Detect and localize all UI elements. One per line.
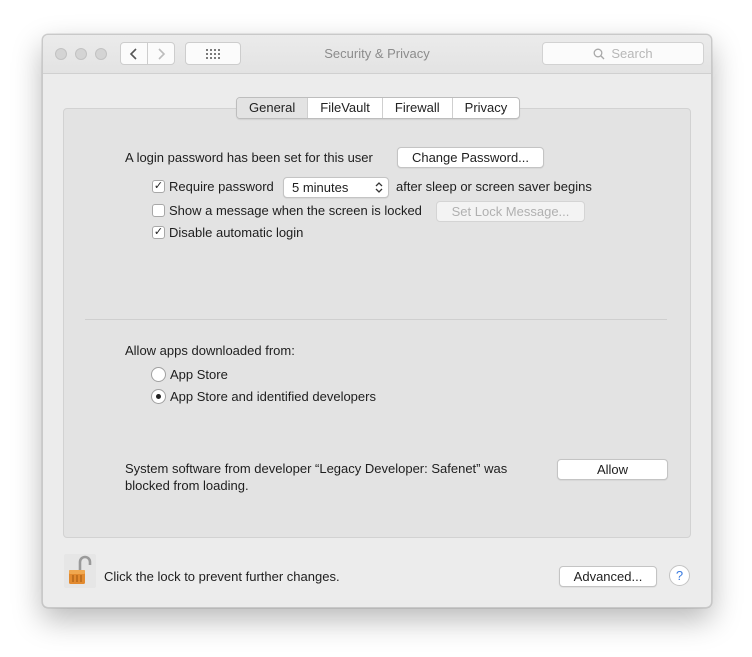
radio-app-store-identified-label: App Store and identified developers — [170, 389, 376, 404]
change-password-button[interactable]: Change Password... — [397, 147, 544, 168]
tab-bar: General FileVault Firewall Privacy — [236, 97, 521, 119]
require-password-select[interactable]: 5 minutes — [283, 177, 389, 198]
require-password-value: 5 minutes — [292, 180, 349, 195]
disable-autologin-label: Disable automatic login — [169, 225, 304, 240]
show-message-checkbox[interactable] — [152, 204, 165, 217]
set-lock-message-button[interactable]: Set Lock Message... — [436, 201, 585, 222]
search-placeholder: Search — [611, 46, 653, 61]
checkmark-icon: ✓ — [153, 226, 164, 238]
search-field[interactable]: Search — [542, 42, 704, 65]
require-password-checkbox[interactable]: ✓ — [152, 180, 165, 193]
checkmark-icon: ✓ — [153, 180, 164, 192]
radio-app-store-label: App Store — [170, 367, 228, 382]
radio-app-store-identified[interactable] — [151, 389, 166, 404]
titlebar: Security & Privacy Search — [43, 35, 711, 74]
general-panel: A login password has been set for this u… — [63, 108, 691, 538]
updown-chevron-icon — [375, 178, 383, 199]
tab-firewall[interactable]: Firewall — [383, 98, 453, 118]
allow-apps-heading: Allow apps downloaded from: — [125, 343, 295, 358]
login-password-text: A login password has been set for this u… — [125, 150, 373, 165]
section-divider — [85, 319, 667, 320]
advanced-button[interactable]: Advanced... — [559, 566, 657, 587]
tab-filevault[interactable]: FileVault — [308, 98, 383, 118]
disable-autologin-checkbox[interactable]: ✓ — [152, 226, 165, 239]
require-password-label: Require password — [169, 179, 274, 194]
allow-button[interactable]: Allow — [557, 459, 668, 480]
help-button[interactable]: ? — [669, 565, 690, 586]
show-message-label: Show a message when the screen is locked — [169, 203, 422, 218]
radio-selected-dot — [156, 394, 161, 399]
radio-app-store[interactable] — [151, 367, 166, 382]
preferences-window: Security & Privacy Search General FileVa… — [42, 34, 712, 608]
padlock-open-icon[interactable] — [64, 554, 96, 588]
tab-privacy[interactable]: Privacy — [453, 98, 520, 118]
lock-text: Click the lock to prevent further change… — [104, 569, 340, 584]
blocked-software-line1: System software from developer “Legacy D… — [125, 461, 508, 476]
tab-general[interactable]: General — [237, 98, 309, 118]
require-password-suffix: after sleep or screen saver begins — [396, 179, 592, 194]
blocked-software-line2: blocked from loading. — [125, 478, 249, 493]
search-icon — [593, 48, 605, 59]
